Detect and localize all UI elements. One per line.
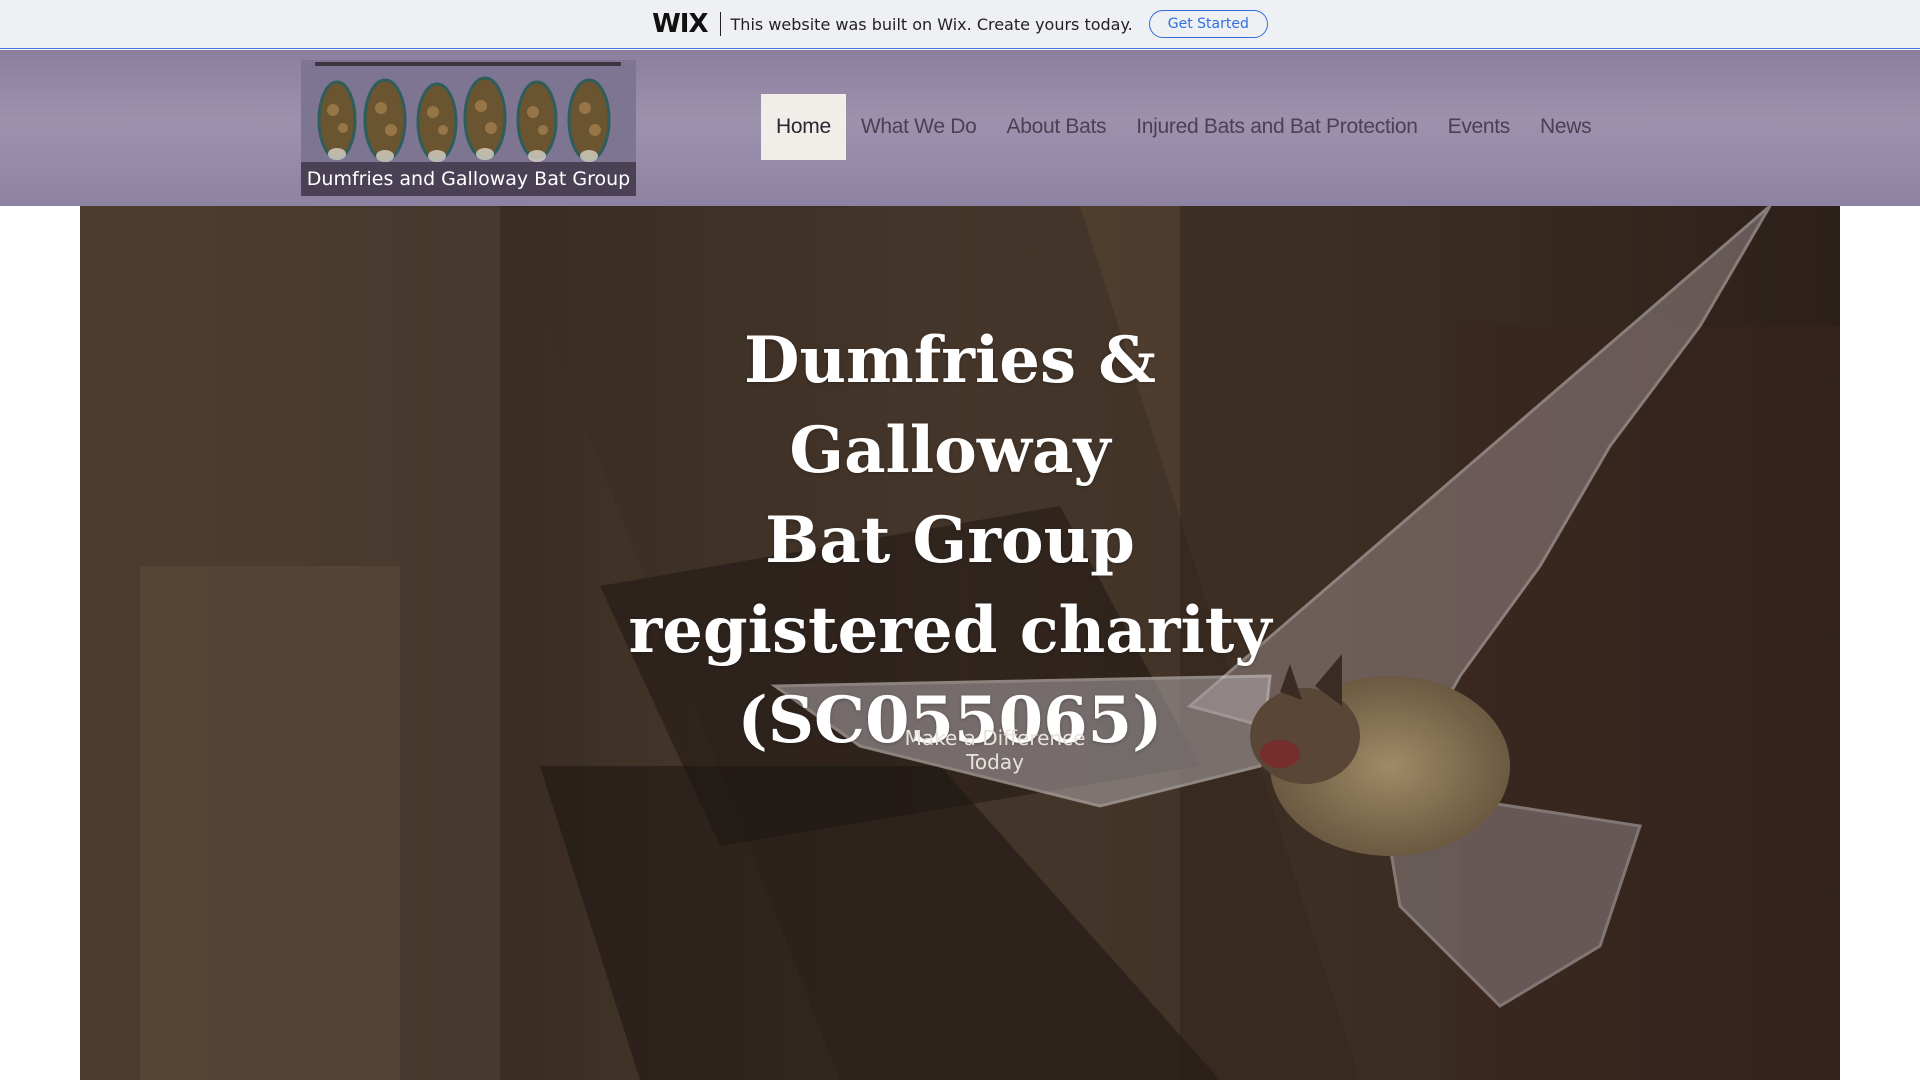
hero-title-line: registered charity [628,593,1272,668]
hero-title-line: Dumfries & Galloway [743,323,1157,488]
logo-rail [315,62,621,66]
banner-divider [719,12,721,36]
nav-item-home[interactable]: Home [761,94,846,160]
hero-title-line: Bat Group [765,503,1135,578]
wix-logo[interactable]: WIX [652,9,708,39]
nav-item-events[interactable]: Events [1433,94,1525,160]
nav-item-news[interactable]: News [1525,94,1606,160]
site-logo[interactable]: Dumfries and Galloway Bat Group [301,60,636,196]
get-started-button[interactable]: Get Started [1148,10,1268,38]
banner-message: This website was built on Wix. Create yo… [730,14,1133,34]
logo-caption: Dumfries and Galloway Bat Group [301,162,636,196]
make-a-difference-link[interactable]: Make a Difference Today [875,726,1115,774]
nav-item-what-we-do[interactable]: What We Do [846,94,992,160]
nav-item-injured-bats[interactable]: Injured Bats and Bat Protection [1121,94,1432,160]
hanging-bats-illustration [317,76,611,162]
site-header: Dumfries and Galloway Bat Group Home Wha… [0,50,1920,206]
main-navigation: Home What We Do About Bats Injured Bats … [761,94,1606,160]
hero-section: Dumfries & Galloway Bat Group registered… [80,206,1840,1080]
wix-promo-banner: WIX This website was built on Wix. Creat… [0,0,1920,49]
hero-title: Dumfries & Galloway Bat Group registered… [600,316,1300,766]
nav-item-about-bats[interactable]: About Bats [991,94,1121,160]
